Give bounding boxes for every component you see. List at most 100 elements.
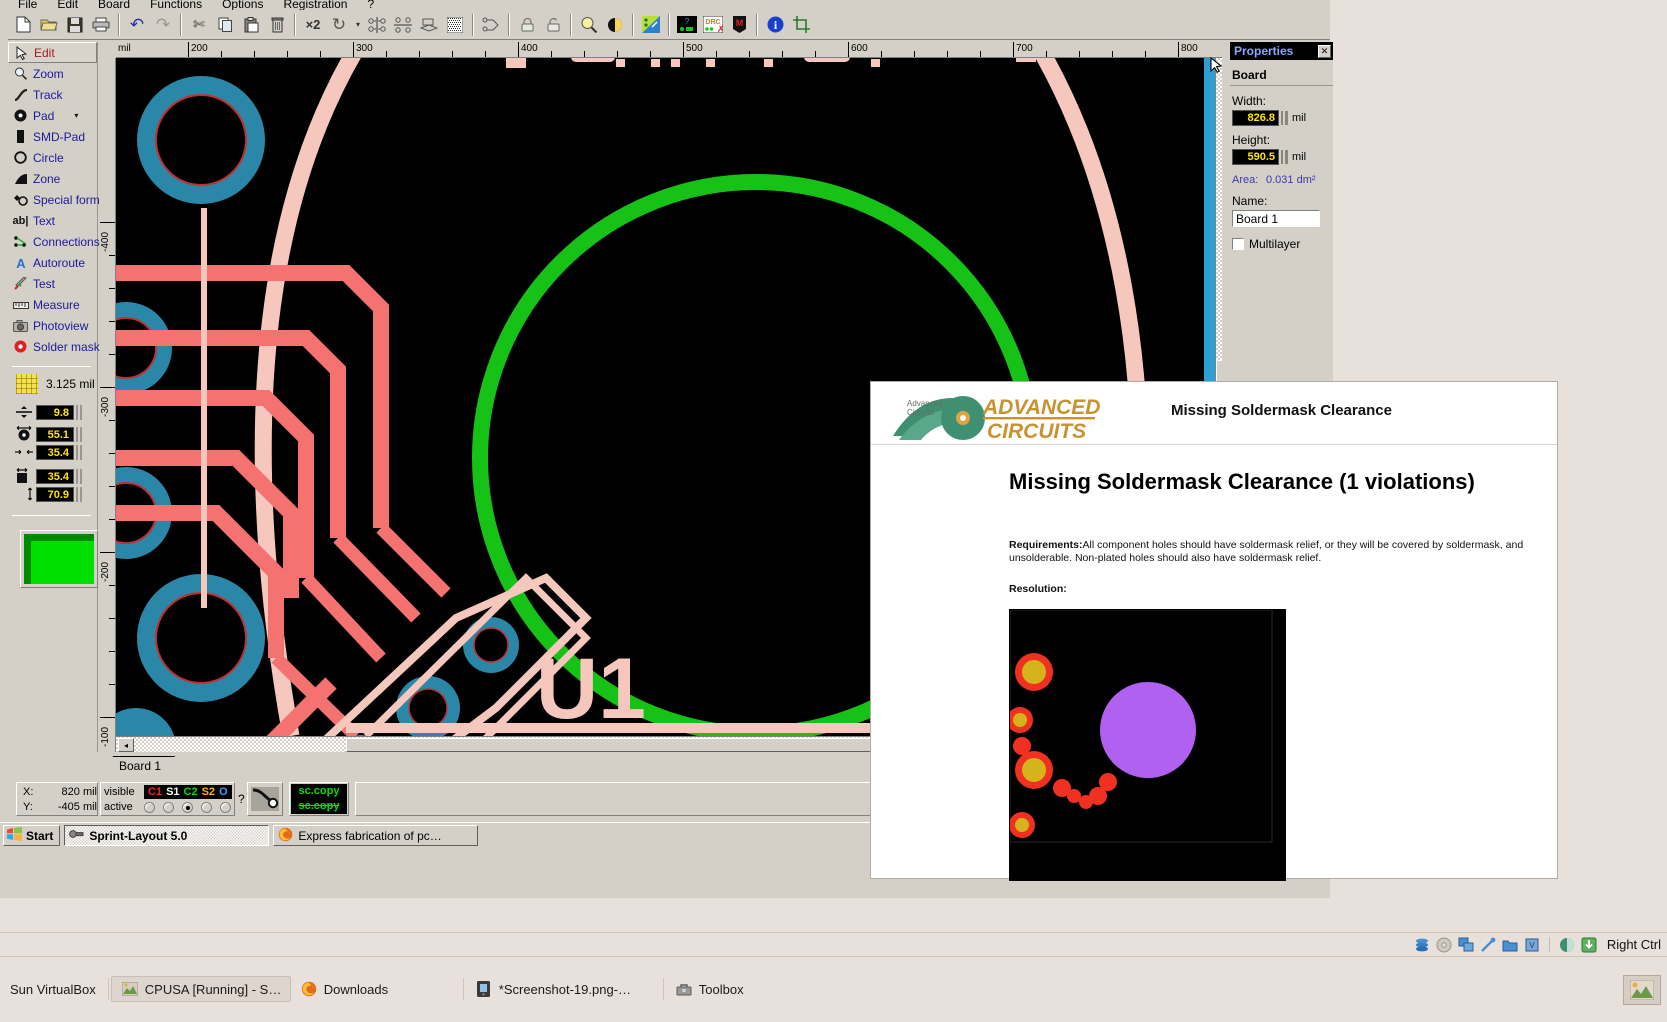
tool-circle[interactable]: Circle xyxy=(8,147,97,168)
track-width-row[interactable]: 9.8 xyxy=(8,403,97,421)
sc-copy-button-top[interactable]: sc.copy xyxy=(291,784,347,799)
smd-height-spinner[interactable] xyxy=(76,486,84,502)
host-item-toolbox[interactable]: Toolbox xyxy=(666,976,816,1002)
track-width-value[interactable]: 9.8 xyxy=(36,404,74,420)
pad-outer-spinner[interactable] xyxy=(76,426,84,442)
flip-icon[interactable] xyxy=(416,12,442,38)
active-radio-c1[interactable] xyxy=(144,802,155,813)
tool-test[interactable]: Test xyxy=(8,273,97,294)
usb-icon[interactable] xyxy=(1480,937,1496,953)
tool-edit[interactable]: Edit xyxy=(8,42,97,63)
crop-icon[interactable] xyxy=(788,12,814,38)
active-radio-c2[interactable] xyxy=(182,802,193,813)
layer-chips[interactable]: C1 S1 C2 S2 O xyxy=(144,785,232,799)
tool-smd-pad[interactable]: SMD-Pad xyxy=(8,126,97,147)
macro-icon[interactable]: M xyxy=(726,12,752,38)
unlock-icon[interactable] xyxy=(540,12,566,38)
capture-icon[interactable] xyxy=(1581,937,1597,953)
paste-icon[interactable] xyxy=(238,12,264,38)
tool-track[interactable]: Track xyxy=(8,84,97,105)
taskbar-item-sprint-layout[interactable]: Sprint-Layout 5.0 xyxy=(64,825,270,846)
undo-icon[interactable]: ↶ xyxy=(124,12,150,38)
probe-tool-panel[interactable] xyxy=(247,782,283,816)
vertical-ruler[interactable]: -400 -300 -200 -100 xyxy=(100,58,116,752)
tool-pad[interactable]: Pad ▾ xyxy=(8,105,97,126)
layer-chip-c1[interactable]: C1 xyxy=(146,786,164,799)
active-radio-o[interactable] xyxy=(220,802,231,813)
tool-autoroute[interactable]: A Autoroute xyxy=(8,252,97,273)
drc-icon[interactable]: DRC ✗ xyxy=(700,12,726,38)
grid-setting[interactable]: 3.125 mil xyxy=(8,371,97,397)
redo-icon[interactable]: ↷ xyxy=(150,12,176,38)
tool-special-form[interactable]: Special form xyxy=(8,189,100,210)
layer-chip-o[interactable]: O xyxy=(217,786,230,799)
host-item-cpusa-vm[interactable]: CPUSA [Running] - S… xyxy=(110,976,291,1002)
tool-photoview[interactable]: Photoview xyxy=(8,315,97,336)
multilayer-row[interactable]: Multilayer xyxy=(1230,237,1333,251)
pad-drill-spinner[interactable] xyxy=(76,444,84,460)
host-item-downloads[interactable]: Downloads xyxy=(291,976,461,1002)
network-icon[interactable] xyxy=(1458,937,1474,953)
shared-folder-icon[interactable] xyxy=(1502,937,1518,953)
duplicate-x2-icon[interactable]: ×2 xyxy=(300,12,326,38)
horizontal-ruler[interactable]: 200 300 400 500 600 700 800 mil xyxy=(116,42,1230,58)
save-icon[interactable] xyxy=(62,12,88,38)
board-tab[interactable]: Board 1 xyxy=(105,756,175,775)
new-file-icon[interactable] xyxy=(10,12,36,38)
mirror-vertical-icon[interactable] xyxy=(390,12,416,38)
info-icon[interactable]: i xyxy=(762,12,788,38)
host-item-sun-virtualbox[interactable]: Sun VirtualBox xyxy=(0,976,106,1002)
active-layer-radiogroup[interactable] xyxy=(144,802,231,813)
smd-width-value[interactable]: 35.4 xyxy=(36,468,74,484)
layer-help-mark[interactable]: ? xyxy=(238,792,245,806)
scroll-left-arrow[interactable]: ◂ xyxy=(118,738,134,752)
rotate-icon[interactable]: ↻ xyxy=(326,12,352,38)
print-icon[interactable] xyxy=(88,12,114,38)
copy-icon[interactable] xyxy=(212,12,238,38)
tool-zoom[interactable]: Zoom xyxy=(8,63,97,84)
pad-outer-row[interactable]: 55.1 xyxy=(8,425,97,443)
layer-chip-s2[interactable]: S2 xyxy=(200,786,217,799)
tool-connections[interactable]: Connections xyxy=(8,231,100,252)
globe-icon[interactable] xyxy=(1559,937,1575,953)
layer-chip-s1[interactable]: S1 xyxy=(164,786,181,799)
cut-icon[interactable]: ✄ xyxy=(186,12,212,38)
desktop-switcher-icon[interactable] xyxy=(1623,975,1661,1005)
tool-solder-mask[interactable]: Solder mask xyxy=(8,336,100,357)
pad-drill-value[interactable]: 35.4 xyxy=(36,444,74,460)
height-spinner[interactable] xyxy=(1281,150,1288,164)
contrast-icon[interactable] xyxy=(602,12,628,38)
lock-icon[interactable] xyxy=(514,12,540,38)
mirror-horizontal-icon[interactable] xyxy=(364,12,390,38)
group-icon[interactable] xyxy=(478,12,504,38)
track-width-spinner[interactable] xyxy=(76,404,84,420)
tool-measure[interactable]: Measure xyxy=(8,294,97,315)
taskbar-item-firefox[interactable]: Express fabrication of pc… xyxy=(273,825,479,846)
virtualization-icon[interactable]: V xyxy=(1524,937,1540,953)
sc-copy-button-bottom[interactable]: sc.copy xyxy=(291,799,347,814)
fill-pattern-icon[interactable] xyxy=(442,12,468,38)
layer-color-preview[interactable] xyxy=(20,530,98,588)
pad-drill-row[interactable]: 35.4 xyxy=(8,443,97,461)
pad-dropdown-icon[interactable]: ▾ xyxy=(74,111,78,120)
disks-icon[interactable] xyxy=(1414,937,1430,953)
tool-text[interactable]: ab| Text xyxy=(8,210,97,231)
name-input[interactable]: Board 1 xyxy=(1232,210,1320,227)
smd-height-value[interactable]: 70.9 xyxy=(36,486,74,502)
rotate-dropdown-icon[interactable]: ▾ xyxy=(352,12,364,38)
active-radio-s1[interactable] xyxy=(163,802,174,813)
close-icon[interactable]: ✕ xyxy=(1318,44,1331,58)
width-spinner[interactable] xyxy=(1281,111,1288,125)
zoom-icon[interactable] xyxy=(576,12,602,38)
smd-height-row[interactable]: 70.9 xyxy=(8,485,97,503)
host-item-screenshot[interactable]: *Screenshot-19.png-… xyxy=(466,976,661,1002)
width-value[interactable]: 826.8 xyxy=(1232,110,1279,126)
open-folder-icon[interactable] xyxy=(36,12,62,38)
optical-disc-icon[interactable] xyxy=(1436,937,1452,953)
smd-width-spinner[interactable] xyxy=(76,468,84,484)
height-value[interactable]: 590.5 xyxy=(1232,149,1279,165)
active-radio-s2[interactable] xyxy=(201,802,212,813)
multilayer-checkbox[interactable] xyxy=(1232,238,1244,250)
pad-outer-value[interactable]: 55.1 xyxy=(36,426,74,442)
design-tools-icon[interactable] xyxy=(638,12,664,38)
